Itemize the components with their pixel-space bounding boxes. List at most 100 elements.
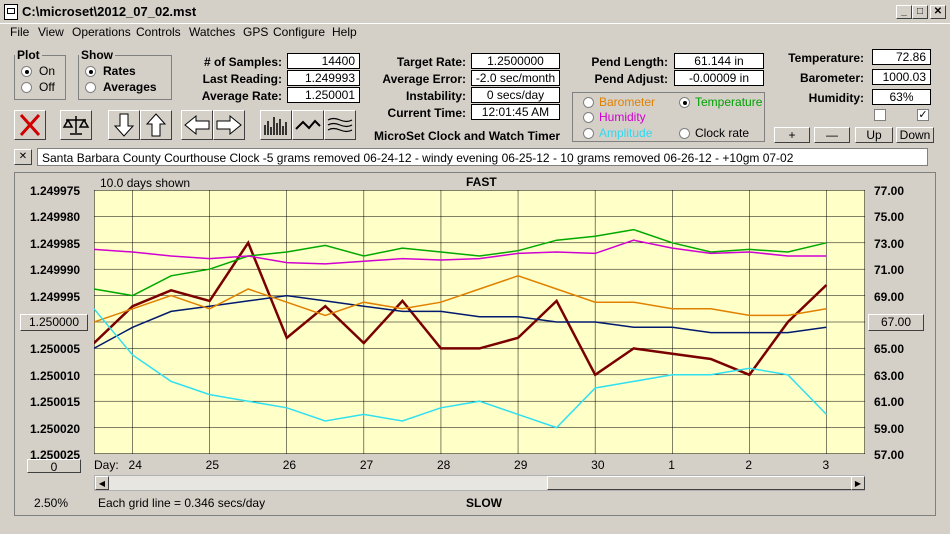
left-scale-button[interactable]: 1.250000: [20, 314, 88, 331]
left-tick-label: 1.250020: [30, 421, 81, 436]
title-bar: C:\microset\2012_07_02.mst _ □ ✕: [0, 0, 950, 24]
humidity-value: 63%: [872, 89, 931, 105]
pend-adjust-label: Pend Adjust:: [594, 72, 668, 86]
humidity-radio[interactable]: [583, 112, 594, 123]
scroll-thumb[interactable]: [547, 476, 852, 490]
bottom-left-button[interactable]: 0: [27, 459, 81, 474]
right-tick-label: 75.00: [874, 210, 905, 225]
minus-button[interactable]: —: [814, 127, 850, 143]
clock-rate-option: Clock rate: [695, 126, 750, 140]
x-tick-label: 28: [436, 458, 451, 472]
left-tick-label: 1.249995: [30, 289, 81, 304]
red-x-icon: [19, 113, 41, 137]
plot-off-label: Off: [39, 80, 55, 94]
scale-button[interactable]: [60, 110, 92, 140]
menu-file[interactable]: File: [10, 25, 29, 39]
left-tick-label: 1.250005: [30, 342, 81, 357]
average-rate-value: 1.250001: [287, 87, 360, 103]
grid-note-label: Each grid line = 0.346 secs/day: [98, 496, 266, 510]
average-error-value: -2.0 sec/month: [471, 70, 560, 86]
temperature-value: 72.86: [872, 49, 931, 65]
notes-field[interactable]: Santa Barbara County Courthouse Clock -5…: [37, 148, 928, 166]
plot-legend: Plot: [17, 48, 40, 62]
left-tick-label: 1.250015: [30, 395, 81, 410]
app-icon[interactable]: [4, 4, 18, 20]
menu-controls[interactable]: Controls: [136, 25, 181, 39]
notes-close-button[interactable]: ✕: [14, 149, 32, 165]
show-averages-label: Averages: [103, 80, 157, 94]
menu-gps[interactable]: GPS: [243, 25, 268, 39]
menu-configure[interactable]: Configure: [273, 25, 325, 39]
x-tick-label: 27: [359, 458, 374, 472]
histogram-button[interactable]: [260, 110, 292, 140]
barometer-radio[interactable]: [583, 97, 594, 108]
plus-button[interactable]: +: [774, 127, 810, 143]
x-tick-label: 3: [822, 458, 830, 472]
zoom-label: 2.50%: [34, 496, 69, 510]
arrow-right-icon: [216, 114, 242, 136]
left-tick-label: 1.249990: [30, 263, 81, 278]
histogram-icon: [264, 117, 287, 135]
barometer-label: Barometer:: [799, 71, 864, 85]
line-graph-button[interactable]: [292, 110, 324, 140]
menu-operations[interactable]: Operations: [72, 25, 131, 39]
horizontal-scrollbar[interactable]: ◀ ▶: [94, 475, 865, 491]
stop-button[interactable]: [14, 110, 46, 140]
chart-plot: [94, 190, 865, 454]
show-averages-radio[interactable]: [85, 82, 96, 93]
left-tick-label: 1.249985: [30, 236, 81, 251]
right-tick-label: 65.00: [874, 342, 905, 357]
arrow-left-icon: [184, 114, 210, 136]
amplitude-radio[interactable]: [583, 128, 594, 139]
pend-length-value: 61.144 in: [674, 53, 764, 69]
arrow-down-button[interactable]: [108, 110, 140, 140]
right-tick-label: 69.00: [874, 289, 905, 304]
multi-line-icon: [327, 117, 353, 133]
multi-line-button[interactable]: [324, 110, 356, 140]
x-tick-label: 26: [282, 458, 297, 472]
plot-on-radio[interactable]: [21, 66, 32, 77]
humidity-option: Humidity: [599, 110, 646, 124]
target-rate-value[interactable]: 1.2500000: [471, 53, 560, 69]
arrow-right-button[interactable]: [213, 110, 245, 140]
temperature-option: Temperature: [695, 95, 763, 109]
left-tick-label: 1.249975: [30, 184, 81, 198]
arrow-up-button[interactable]: [140, 110, 172, 140]
maximize-icon[interactable]: □: [912, 5, 928, 19]
last-reading-label: Last Reading:: [202, 72, 282, 86]
arrow-left-button[interactable]: [181, 110, 213, 140]
show-rates-label: Rates: [103, 64, 136, 78]
current-time-label: Current Time:: [387, 106, 466, 120]
right-tick-label: 61.00: [874, 395, 905, 410]
left-tick-label: 1.249980: [30, 210, 81, 225]
app-title-label: MicroSet Clock and Watch Timer: [374, 129, 561, 143]
temperature-radio[interactable]: [679, 97, 690, 108]
fast-label: FAST: [466, 175, 497, 189]
clock-rate-radio[interactable]: [679, 128, 690, 139]
plot-off-radio[interactable]: [21, 82, 32, 93]
scroll-left-icon[interactable]: ◀: [95, 476, 109, 490]
pend-length-label: Pend Length:: [591, 55, 668, 69]
right-scale-button[interactable]: 67.00: [868, 314, 924, 331]
menu-watches[interactable]: Watches: [189, 25, 235, 39]
left-checkbox[interactable]: [874, 109, 886, 121]
minimize-icon[interactable]: _: [896, 5, 912, 19]
instability-value: 0 secs/day: [471, 87, 560, 103]
scroll-right-icon[interactable]: ▶: [851, 476, 865, 490]
barometer-value: 1000.03: [872, 69, 931, 85]
right-checkbox[interactable]: ✓: [917, 109, 929, 121]
close-icon[interactable]: ✕: [930, 5, 946, 19]
down-button[interactable]: Down: [896, 127, 934, 143]
menu-view[interactable]: View: [38, 25, 64, 39]
window-title: C:\microset\2012_07_02.mst: [22, 4, 197, 19]
amplitude-option: Amplitude: [599, 126, 653, 140]
right-tick-label: 63.00: [874, 368, 905, 383]
days-shown-label: 10.0 days shown: [100, 176, 191, 190]
line-graph-icon: [295, 119, 321, 130]
menu-help[interactable]: Help: [332, 25, 357, 39]
right-tick-label: 57.00: [874, 448, 905, 462]
up-button[interactable]: Up: [855, 127, 893, 143]
show-rates-radio[interactable]: [85, 66, 96, 77]
current-time-value: 12:01:45 AM: [471, 104, 560, 120]
humidity-label: Humidity:: [808, 91, 864, 105]
